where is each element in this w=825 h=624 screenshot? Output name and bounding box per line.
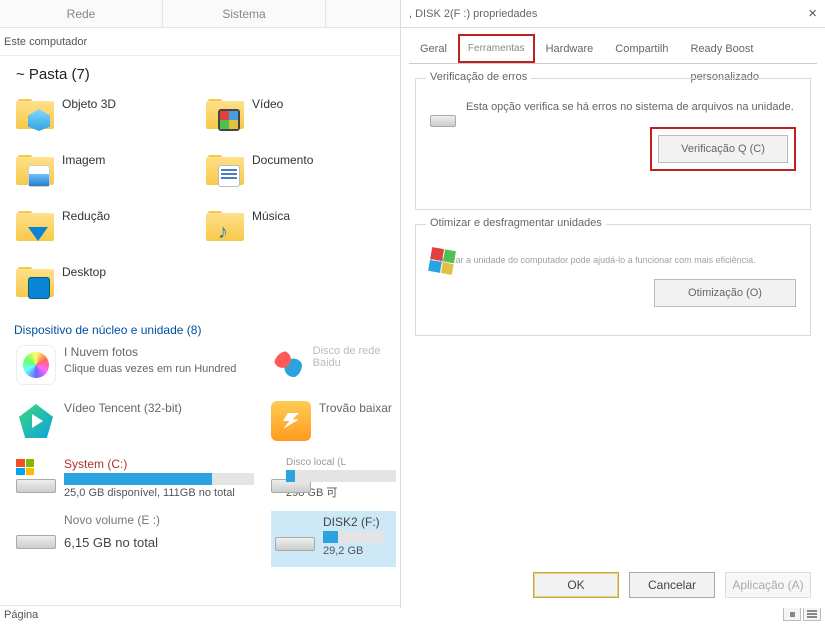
tab-hardware[interactable]: Hardware	[535, 34, 605, 63]
drive-icon	[271, 463, 278, 493]
drive-disk2-f[interactable]: DISK2 (F:) 29,2 GB	[271, 511, 396, 567]
folder-label: Imagem	[62, 149, 105, 167]
verify-button[interactable]: Verificação Q (C)	[658, 135, 788, 163]
drive-usage-bar	[64, 529, 254, 533]
drive-caption: 29,2 GB	[323, 545, 383, 557]
folders-section-title: ~ Pasta (7)	[16, 66, 400, 83]
dialog-button-row: OK Cancelar Aplicação (A)	[533, 572, 811, 598]
menu-rede[interactable]: Rede	[0, 0, 163, 27]
folder-icon	[16, 263, 54, 301]
app-sub: Clique duas vezes em run Hundred	[64, 363, 236, 375]
folder-label: Objeto 3D	[62, 93, 116, 111]
dialog-title-text: , DISK 2(F :) propriedades	[409, 8, 537, 20]
app-label: Disco de rede Baidu	[313, 345, 396, 369]
folder-label: Música	[252, 205, 290, 223]
drive-local-l[interactable]: Disco local (L 298 GB 可	[271, 455, 396, 511]
folder-label: Desktop	[62, 261, 106, 279]
properties-dialog: , DISK 2(F :) propriedades × Geral Ferra…	[400, 0, 825, 608]
folder-label: Vídeo	[252, 93, 283, 111]
folder-icon	[16, 95, 54, 133]
group-legend: Otimizar e desfragmentar unidades	[426, 217, 606, 229]
tab-readyboost[interactable]: Ready Boost personalizado	[679, 34, 817, 63]
cancel-button[interactable]: Cancelar	[629, 572, 715, 598]
folder-label: Documento	[252, 149, 313, 167]
drive-volume-e[interactable]: Novo volume (E :) 6,15 GB no total	[16, 511, 271, 567]
tencent-icon	[16, 401, 56, 441]
drive-icon	[16, 463, 56, 493]
thunder-icon	[271, 401, 311, 441]
folders-grid: Objeto 3D Vídeo Imagem Documento	[16, 91, 396, 315]
group-legend: Verificação de erros	[426, 71, 531, 83]
folder-video[interactable]: Vídeo	[206, 91, 396, 147]
drive-small-icon	[430, 109, 458, 127]
app-cloud-photos[interactable]: I Nuvem fotos Clique duas vezes em run H…	[16, 343, 271, 399]
app-label: Trovão baixar	[319, 401, 392, 415]
folder-label: Redução	[62, 205, 110, 223]
highlight-frame: Verificação Q (C)	[650, 127, 796, 171]
dialog-titlebar: , DISK 2(F :) propriedades ×	[401, 0, 825, 28]
menu-sistema[interactable]: Sistema	[163, 0, 326, 27]
devices-grid: I Nuvem fotos Clique duas vezes em run H…	[16, 343, 396, 567]
folder-musica[interactable]: ♪ Música	[206, 203, 396, 259]
defrag-icon	[430, 249, 456, 275]
drive-system-c[interactable]: System (C:) 25,0 GB disponível, 111GB no…	[16, 455, 271, 511]
photos-icon	[16, 345, 56, 385]
folder-icon	[16, 207, 54, 245]
app-thunder[interactable]: Trovão baixar	[271, 399, 396, 455]
app-tencent-video[interactable]: Vídeo Tencent (32-bit)	[16, 399, 271, 455]
drive-icon	[16, 519, 56, 549]
drive-caption: 6,15 GB no total	[64, 535, 254, 550]
status-page: Página	[4, 609, 38, 621]
devices-section-title: Dispositivo de núcleo e unidade (8)	[14, 323, 400, 337]
drive-usage-bar	[64, 473, 254, 485]
folder-documento[interactable]: Documento	[206, 147, 396, 203]
folder-icon: ♪	[206, 207, 244, 245]
apply-button[interactable]: Aplicação (A)	[725, 572, 811, 598]
app-label: Vídeo Tencent (32-bit)	[64, 401, 182, 415]
dialog-tabs: Geral Ferramentas Hardware Compartilh Re…	[409, 34, 817, 64]
explorer-pane: ~ Pasta (7) Objeto 3D Vídeo Imagem	[0, 56, 400, 605]
group-optimize: Otimizar e desfragmentar unidades Otimiz…	[415, 224, 811, 336]
drive-name: Novo volume (E :)	[64, 513, 254, 527]
drive-name: Disco local (L	[286, 457, 396, 468]
baidu-icon	[271, 345, 305, 385]
optimize-button[interactable]: Otimização (O)	[654, 279, 796, 307]
drive-usage-bar	[323, 531, 383, 543]
drive-usage-bar	[286, 470, 396, 482]
tab-geral[interactable]: Geral	[409, 34, 458, 63]
drive-icon	[275, 521, 315, 551]
folder-icon	[206, 151, 244, 189]
app-label: I Nuvem fotos	[64, 345, 236, 359]
view-tiles-button[interactable]	[783, 607, 801, 621]
group-error-check: Verificação de erros Esta opção verifica…	[415, 78, 811, 210]
folder-icon	[16, 151, 54, 189]
tab-compartilhar[interactable]: Compartilh	[604, 34, 679, 63]
drive-name: System (C:)	[64, 457, 254, 471]
app-baidu-disk[interactable]: Disco de rede Baidu	[271, 343, 396, 399]
folder-reducao[interactable]: Redução	[16, 203, 206, 259]
ok-button[interactable]: OK	[533, 572, 619, 598]
folder-imagem[interactable]: Imagem	[16, 147, 206, 203]
folder-desktop[interactable]: Desktop	[16, 259, 206, 315]
view-details-button[interactable]	[803, 607, 821, 621]
drive-name: DISK2 (F:)	[323, 515, 383, 529]
tab-ferramentas[interactable]: Ferramentas	[458, 34, 535, 63]
folder-icon	[206, 95, 244, 133]
group-text: Otimizar a unidade do computador pode aj…	[430, 255, 796, 265]
folder-objeto-3d[interactable]: Objeto 3D	[16, 91, 206, 147]
group-text: Esta opção verifica se há erros no siste…	[466, 101, 796, 113]
close-icon[interactable]: ×	[808, 5, 817, 22]
drive-caption: 25,0 GB disponível, 111GB no total	[64, 487, 254, 499]
